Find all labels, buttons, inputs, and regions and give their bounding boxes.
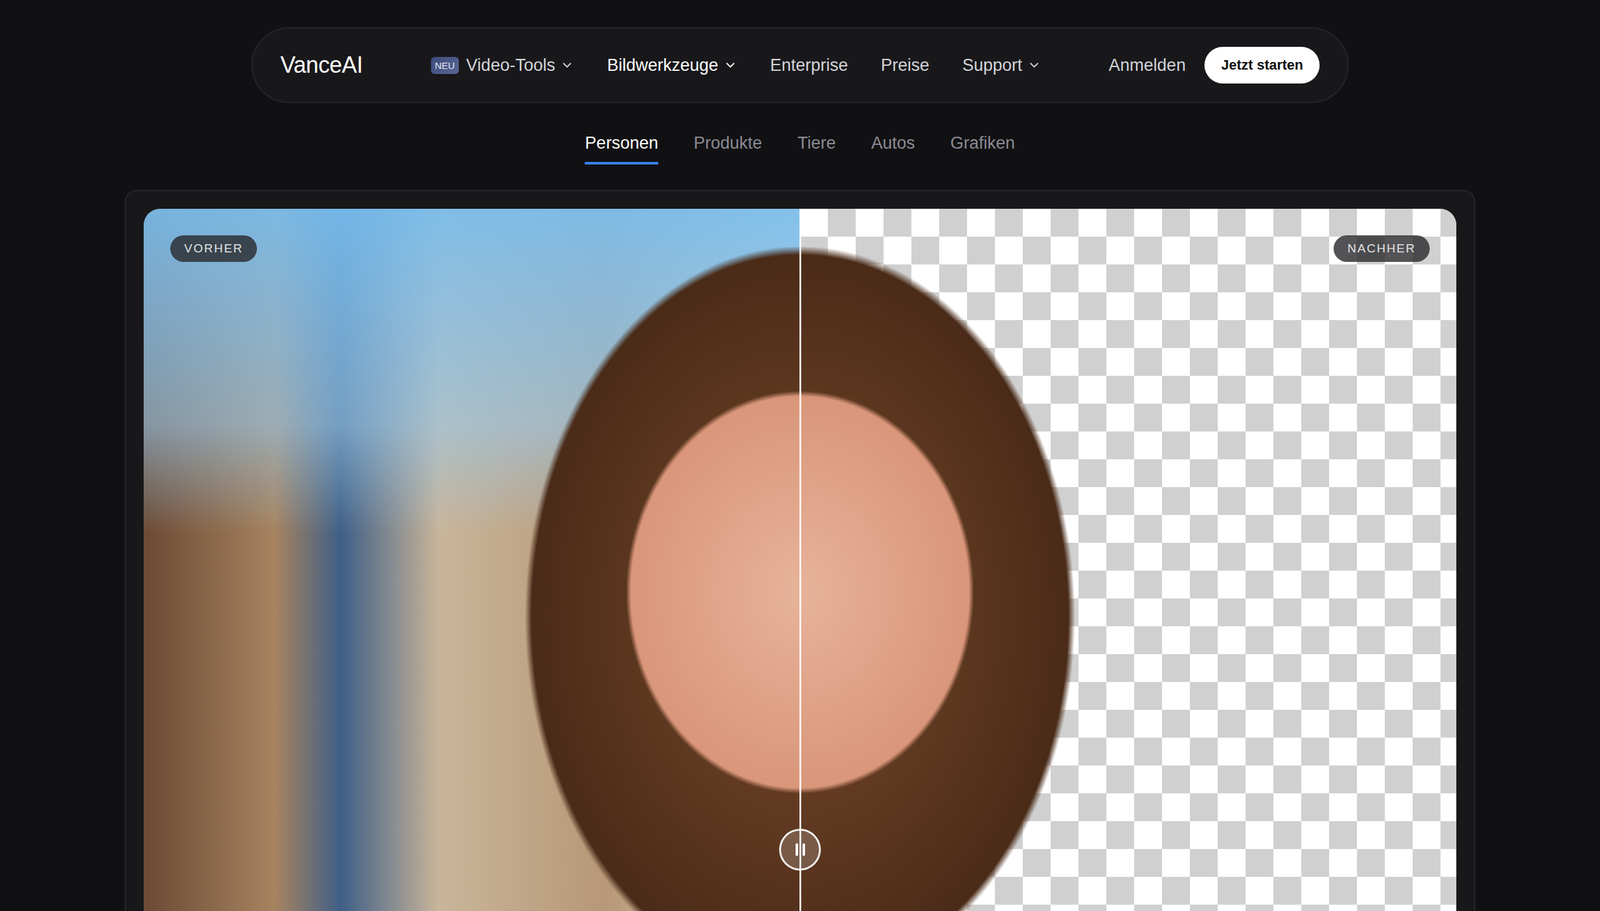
split-handle[interactable] [779,829,821,871]
nav-item[interactable]: Enterprise [770,55,849,76]
nav-item[interactable]: NEUVideo-Tools [431,55,575,76]
pause-icon [802,843,806,857]
chevron-down-icon [560,58,575,73]
nav-actions: Anmelden Jetzt starten [1108,46,1320,84]
category-tab[interactable]: Produkte [693,131,763,165]
nav-menu: NEUVideo-Tools Bildwerkzeuge Enterprise Pre… [431,55,1042,76]
nav-item[interactable]: Preise [881,55,930,76]
category-tab[interactable]: Grafiken [950,131,1016,165]
before-badge: VORHER [170,235,257,263]
chevron-down-icon [723,58,738,73]
category-tab[interactable]: Personen [584,131,659,165]
nav-item[interactable]: Support [962,55,1042,76]
top-nav: VanceAI NEUVideo-Tools Bildwerkzeuge Enterp… [251,27,1349,104]
category-tab[interactable]: Tiere [797,131,837,165]
nav-item[interactable]: Bildwerkzeuge [606,55,738,76]
start-button[interactable]: Jetzt starten [1204,46,1320,84]
category-tab[interactable]: Autos [871,131,916,165]
split-divider[interactable] [799,208,802,911]
new-badge: NEU [431,56,459,75]
login-link[interactable]: Anmelden [1108,55,1187,76]
before-after-viewer[interactable]: VORHER NACHHER [143,208,1457,911]
pause-icon [795,843,799,857]
logo[interactable]: VanceAI [280,51,363,79]
comparison-card: VORHER NACHHER [124,189,1476,911]
after-badge: NACHHER [1333,235,1430,263]
category-tabs: Personen Produkte Tiere Autos Grafiken [584,131,1015,165]
chevron-down-icon [1027,58,1042,73]
page: VanceAI NEUVideo-Tools Bildwerkzeuge Enterp… [0,0,1600,911]
